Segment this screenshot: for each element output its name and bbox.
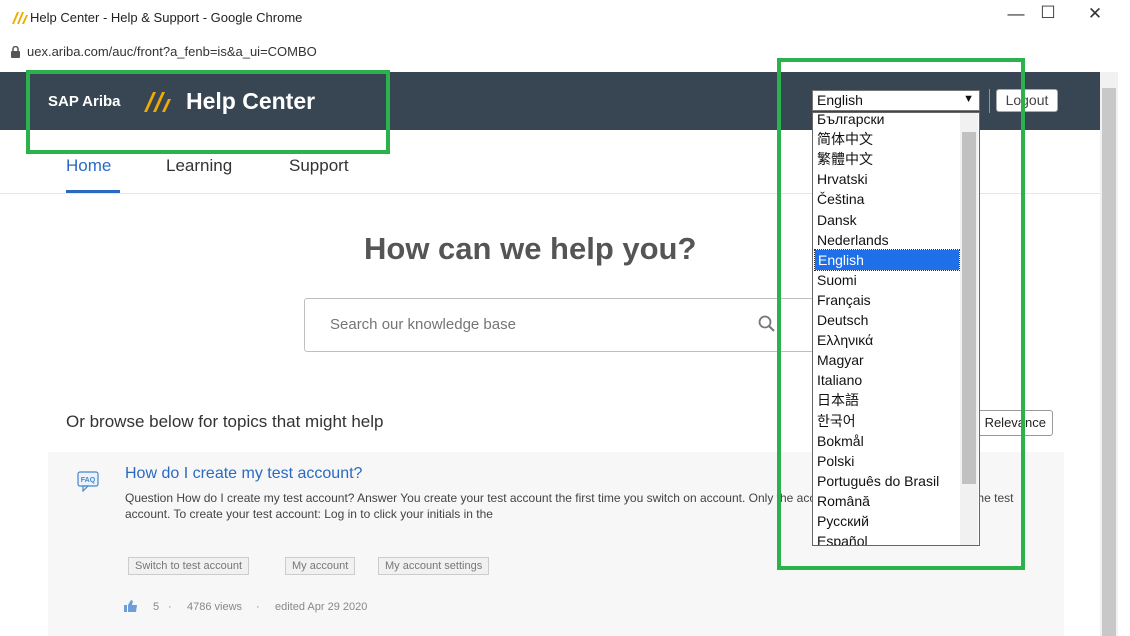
language-option[interactable]: English — [814, 248, 960, 271]
language-option[interactable]: Bokmål — [817, 431, 864, 451]
chevron-down-icon: ▼ — [963, 93, 974, 105]
language-option[interactable]: Русский — [817, 511, 869, 531]
svg-text:FAQ: FAQ — [81, 477, 96, 484]
faq-icon: FAQ — [77, 471, 99, 492]
tag-my-account-settings[interactable]: My account settings — [378, 557, 490, 575]
language-option[interactable]: 日本語 — [817, 390, 859, 410]
search-icon[interactable] — [758, 315, 776, 333]
edited-date: edited Apr 29 2020 — [275, 601, 368, 613]
header-divider — [989, 89, 990, 113]
language-option[interactable]: Français — [817, 290, 871, 310]
language-dropdown-list[interactable]: Български 简体中文 繁體中文 Hrvatski Čeština Dansk Ned… — [812, 112, 980, 546]
language-option[interactable]: Nederlands — [817, 230, 889, 250]
language-option[interactable]: Română — [817, 491, 870, 511]
lock-icon — [11, 46, 20, 58]
language-option[interactable]: Ελληνικά — [817, 330, 873, 350]
language-option[interactable]: Dansk — [817, 210, 857, 230]
browse-heading: Or browse below for topics that might he… — [66, 412, 384, 431]
language-option[interactable]: Magyar — [817, 350, 864, 370]
tab-home[interactable]: Home — [66, 156, 111, 176]
language-option[interactable]: 한국어 — [817, 411, 856, 431]
sort-select-value: Relevance — [984, 415, 1046, 430]
meta-separator: · — [256, 601, 260, 613]
url-text[interactable]: uex.ariba.com/auc/front?a_fenb=is&a_ui=C… — [27, 44, 317, 59]
brand-help-center: Help Center — [186, 88, 316, 114]
brand-sap-ariba: SAP Ariba — [48, 93, 121, 110]
sort-select[interactable]: Relevance — [977, 410, 1053, 436]
likes-count: 5 — [153, 601, 160, 613]
page-title: How can we help you? — [364, 231, 697, 266]
ariba-logo-icon — [12, 12, 28, 24]
language-option[interactable]: 简体中文 — [817, 129, 873, 149]
language-option[interactable]: Português do Brasil — [817, 471, 939, 491]
meta-separator: · — [168, 601, 172, 613]
page-scrollbar-thumb[interactable] — [1102, 88, 1116, 636]
tag-switch-test-account[interactable]: Switch to test account — [128, 557, 249, 575]
logout-button[interactable]: Logout — [996, 89, 1058, 112]
result-title-link[interactable]: How do I create my test account? — [125, 465, 362, 483]
search-input[interactable] — [330, 316, 730, 333]
close-button[interactable]: ✕ — [1080, 4, 1110, 24]
language-option[interactable]: Български — [817, 113, 884, 129]
browser-window-title: Help Center - Help & Support - Google Ch… — [30, 10, 303, 25]
language-option[interactable]: Hrvatski — [817, 169, 868, 189]
language-option[interactable]: 繁體中文 — [817, 149, 873, 169]
language-option[interactable]: Čeština — [817, 189, 864, 209]
language-option[interactable]: Polski — [817, 451, 854, 471]
language-option[interactable]: Italiano — [817, 370, 862, 390]
language-option[interactable]: Deutsch — [817, 310, 868, 330]
language-select-value: English — [817, 92, 863, 108]
ariba-mark-icon — [144, 92, 171, 112]
minimize-button[interactable]: — — [1001, 4, 1031, 24]
maximize-button[interactable]: ☐ — [1033, 3, 1063, 23]
language-option[interactable]: Español — [817, 531, 868, 545]
tab-learning[interactable]: Learning — [166, 156, 232, 176]
thumbs-up-icon[interactable] — [124, 600, 138, 612]
views-count: 4786 views — [187, 601, 243, 613]
tag-my-account[interactable]: My account — [285, 557, 356, 575]
language-option[interactable]: Suomi — [817, 270, 857, 290]
tab-support[interactable]: Support — [289, 156, 349, 176]
language-select[interactable]: English ▼ — [812, 90, 980, 111]
dropdown-scrollbar-thumb[interactable] — [962, 132, 976, 484]
